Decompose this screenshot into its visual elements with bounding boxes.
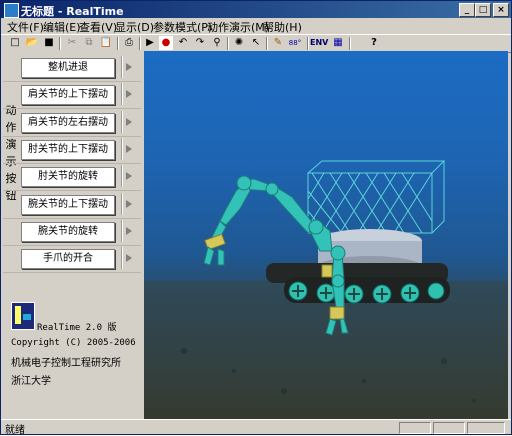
divider [3,245,141,246]
cage-icon [307,160,446,234]
play-arrow-icon[interactable] [126,227,132,235]
rotate-right-icon[interactable]: ↷ [193,36,207,50]
action-elbow-rotate-button[interactable]: 肘关节的旋转 [21,167,115,187]
play-arrow-icon[interactable] [126,172,132,180]
action-shoulder-leftright-button[interactable]: 肩关节的左右摆动 [21,113,115,133]
menu-motion[interactable]: 动作演示(M) [207,19,269,35]
toolbar-separator [266,37,268,50]
reset-text[interactable]: 88° [285,36,305,50]
vlabel-char: 按 [5,172,17,185]
status-bar: 就绪 [1,419,511,436]
stop-icon[interactable]: ● [159,36,173,50]
toolbar-separator [307,37,309,50]
menu-help[interactable]: 帮助(H) [263,19,302,35]
copy-icon[interactable]: ⧉ [82,36,96,50]
zoom-icon[interactable]: ⚲ [210,36,224,50]
divider [3,190,141,191]
divider [121,165,123,187]
rotate-left-icon[interactable]: ↶ [176,36,190,50]
window-title: 无标题 - RealTime [21,5,124,18]
vlabel-char: 作 [5,121,17,134]
copyright-text: Copyright (C) 2005-2006 [11,338,136,348]
institute-text: 机械电子控制工程研究所 [11,358,121,369]
play-icon[interactable]: ▶ [143,36,157,50]
pointer-icon[interactable]: ↖ [249,36,263,50]
action-whole-machine-button[interactable]: 整机进退 [21,58,115,78]
play-arrow-icon[interactable] [126,63,132,71]
status-pane [399,422,431,434]
maximize-button[interactable]: □ [475,3,491,17]
sidebar: 动 作 演 示 按 钮 整机进退 肩关节的上下摆动 肩关节的左右摆动 肘关节的上… [1,52,144,419]
robot-scene [144,160,508,419]
close-button[interactable]: × [493,3,509,17]
realtime-logo-icon [11,302,35,330]
divider [121,56,123,78]
divider [3,163,141,164]
menu-view[interactable]: 查看(V) [79,19,117,35]
3d-viewport[interactable] [144,51,508,419]
toolbar-separator [349,37,351,50]
sidebar-vertical-label: 动 作 演 示 按 钮 [5,102,17,204]
divider [121,138,123,160]
divider [3,108,141,109]
play-arrow-icon[interactable] [126,200,132,208]
divider [121,111,123,133]
menu-display[interactable]: 显示(D) [115,19,154,35]
divider [121,83,123,105]
paste-icon[interactable]: 📋 [99,36,113,50]
env-text[interactable]: ENV [310,36,328,50]
action-gripper-button[interactable]: 手爪的开合 [21,249,115,269]
action-wrist-updown-button[interactable]: 腕关节的上下摆动 [21,195,115,215]
app-icon [4,3,19,18]
play-arrow-icon[interactable] [126,254,132,262]
menu-params[interactable]: 参数模式(P) [153,19,212,35]
tracks-icon [266,263,450,304]
status-pane [433,422,465,434]
cut-icon[interactable]: ✂ [65,36,79,50]
action-elbow-updown-button[interactable]: 肘关节的上下摆动 [21,140,115,160]
toolbar-separator [139,37,141,50]
play-arrow-icon[interactable] [126,90,132,98]
menu-bar: 文件(F) 编辑(E) 查看(V) 显示(D) 参数模式(P) 动作演示(M) … [1,18,511,34]
divider [121,247,123,269]
print-icon[interactable]: ⎙ [122,36,136,50]
divider [121,220,123,242]
play-arrow-icon[interactable] [126,145,132,153]
action-shoulder-updown-button[interactable]: 肩关节的上下摆动 [21,85,115,105]
menu-file[interactable]: 文件(F) [7,19,44,35]
new-icon[interactable]: □ [8,36,22,50]
app-window: 无标题 - RealTime _ □ × 文件(F) 编辑(E) 查看(V) 显… [0,0,512,436]
help-icon[interactable]: ? [367,36,381,50]
divider [3,81,141,82]
toolbar-separator [227,37,229,50]
vlabel-char: 演 [5,138,17,151]
university-text: 浙江大学 [11,376,51,387]
divider [3,218,141,219]
pencil-icon[interactable]: ✎ [271,36,285,50]
status-pane [467,422,505,434]
open-icon[interactable]: 📂 [25,36,39,50]
light-icon[interactable]: ✺ [232,36,246,50]
menu-edit[interactable]: 编辑(E) [43,19,81,35]
title-bar[interactable]: 无标题 - RealTime _ □ × [1,1,511,18]
vlabel-char: 示 [5,155,17,168]
divider [3,272,141,273]
divider [121,193,123,215]
action-wrist-rotate-button[interactable]: 腕关节的旋转 [21,222,115,242]
minimize-button[interactable]: _ [459,3,475,17]
vlabel-char: 动 [5,104,17,117]
toolbar-separator [117,37,119,50]
status-text: 就绪 [5,425,25,436]
save-icon[interactable]: ■ [42,36,56,50]
version-text: RealTime 2.0 版 [37,323,117,333]
toolbar-separator [59,37,61,50]
divider [3,136,141,137]
play-arrow-icon[interactable] [126,118,132,126]
grid-icon[interactable]: ▦ [331,36,345,50]
